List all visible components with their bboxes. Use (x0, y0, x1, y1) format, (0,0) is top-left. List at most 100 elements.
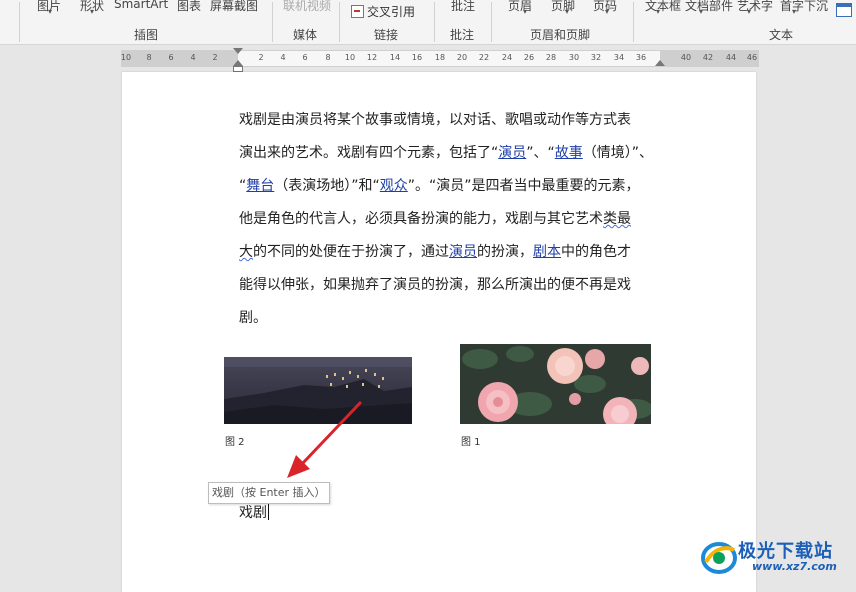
text-run: 的不同的处便在于扮演了，通过 (253, 244, 449, 260)
chevron-down-icon[interactable]: ▾ (90, 7, 94, 16)
ruler-tick: 2 (258, 53, 264, 62)
rose-image[interactable] (460, 344, 651, 424)
night-street-image[interactable] (224, 357, 412, 424)
comment-button[interactable]: 批注 (451, 0, 475, 14)
paragraph-line: “舞台（表演场地）”和“观众”。“演员”是四者当中最重要的元素， (239, 170, 669, 203)
autotext-suggestion-tooltip[interactable]: 戏剧（按 Enter 插入） (208, 482, 330, 504)
chevron-down-icon[interactable]: ▾ (605, 7, 609, 16)
screenshot-button[interactable]: 屏幕截图 (210, 0, 258, 14)
typed-text-line[interactable]: 戏剧 (239, 502, 269, 524)
hyperlink-story[interactable]: 故事 (555, 145, 583, 161)
text-run: （表演场地）”和“ (274, 178, 380, 194)
online-video-button[interactable]: 联机视频 (283, 0, 331, 14)
ruler-tick: 16 (411, 53, 423, 62)
hyperlink-actor[interactable]: 演员 (498, 145, 526, 161)
ruler-tick: 26 (523, 53, 535, 62)
watermark-url: www.xz7.com (752, 560, 837, 573)
wordart-button[interactable]: 艺术字 (737, 0, 773, 14)
ruler-tick: 2 (212, 53, 218, 62)
footer-button[interactable]: 页脚 (551, 0, 575, 14)
watermark-logo-icon (701, 542, 737, 574)
ruler-tick: 8 (325, 53, 331, 62)
ruler-tick: 20 (456, 53, 468, 62)
grammar-flag[interactable]: 大 (239, 244, 253, 260)
ruler-tick: 14 (389, 53, 401, 62)
cross-reference-button[interactable]: 交叉引用 (348, 1, 418, 21)
text-run: 中的角色才 (561, 244, 631, 260)
ruler-tick: 36 (635, 53, 647, 62)
chevron-down-icon[interactable]: ▾ (565, 7, 569, 16)
smartart-button[interactable]: SmartArt (114, 0, 168, 11)
ruler-tick: 28 (545, 53, 557, 62)
text-run: ”。“演员”是四者当中最重要的元素， (407, 178, 640, 194)
ruler-tick: 10 (344, 53, 356, 62)
body-paragraph[interactable]: 戏剧是由演员将某个故事或情境，以对话、歌唱或动作等方式表 演出来的艺术。戏剧有四… (239, 104, 669, 335)
text-box-button[interactable]: 文本框 (645, 0, 681, 14)
group-separator (339, 2, 340, 42)
text-caret (268, 504, 269, 520)
paragraph-line: 演出来的艺术。戏剧有四个元素，包括了“演员”、“故事（情境）”、 (239, 137, 669, 170)
ruler-tick: 30 (568, 53, 580, 62)
ruler-tick: 44 (725, 53, 737, 62)
figure-caption-1: 图 1 (461, 437, 481, 448)
group-separator (633, 2, 634, 42)
ruler-tick: 18 (434, 53, 446, 62)
drop-cap-button[interactable]: 首字下沉 (780, 0, 828, 14)
group-label-comments: 批注 (450, 28, 475, 42)
cross-reference-label: 交叉引用 (367, 4, 416, 19)
site-watermark: 极光下载站 www.xz7.com (700, 534, 850, 584)
document-page[interactable]: 戏剧是由演员将某个故事或情境，以对话、歌唱或动作等方式表 演出来的艺术。戏剧有四… (122, 72, 756, 592)
chevron-down-icon[interactable]: ▾ (656, 7, 660, 16)
ruler-tick: 4 (190, 53, 196, 62)
chart-button[interactable]: 图表 (177, 0, 201, 14)
ruler-tick: 6 (168, 53, 174, 62)
group-separator (491, 2, 492, 42)
ribbon: 图片 形状 SmartArt 图表 屏幕截图 联机视频 批注 页眉 页脚 页码 … (0, 0, 856, 45)
typed-text: 戏剧 (239, 505, 267, 521)
hyperlink-audience[interactable]: 观众 (380, 178, 408, 194)
first-line-indent-marker[interactable] (233, 48, 243, 54)
paragraph-line: 他是角色的代言人，必须具备扮演的能力，戏剧与其它艺术类最 (239, 203, 669, 236)
hyperlink-script[interactable]: 剧本 (533, 244, 561, 260)
header-button[interactable]: 页眉 (508, 0, 532, 14)
paragraph-line: 能得以伸张，如果抛弃了演员的扮演，那么所演出的便不再是戏 (239, 277, 631, 293)
group-label-links: 链接 (374, 28, 399, 42)
group-separator (272, 2, 273, 42)
group-label-text: 文本 (769, 28, 794, 42)
chevron-down-icon[interactable]: ▾ (523, 7, 527, 16)
text-run: 演出来的艺术。戏剧有四个元素，包括了“ (239, 145, 499, 161)
ruler-tick: 8 (146, 53, 152, 62)
chevron-down-icon[interactable]: ▾ (699, 7, 703, 16)
hyperlink-stage[interactable]: 舞台 (246, 178, 274, 194)
chevron-down-icon[interactable]: ▾ (48, 7, 52, 16)
ruler-tick: 40 (680, 53, 692, 62)
horizontal-ruler[interactable]: 10 8 6 4 2 2 4 6 8 10 12 14 16 18 20 22 … (121, 48, 759, 72)
text-run: ”、“ (526, 145, 555, 161)
text-run: 他是角色的代言人，必须具备扮演的能力，戏剧与其它艺术 (239, 211, 603, 227)
grammar-flag[interactable]: 类最 (603, 211, 631, 227)
text-run: 的扮演， (477, 244, 533, 260)
ruler-tick: 24 (501, 53, 513, 62)
ruler-tick: 46 (746, 53, 758, 62)
paragraph-line: 戏剧是由演员将某个故事或情境，以对话、歌唱或动作等方式表 (239, 112, 631, 128)
ruler-tick: 6 (302, 53, 308, 62)
chevron-down-icon[interactable]: ▾ (792, 7, 796, 16)
chevron-down-icon[interactable]: ▾ (747, 7, 751, 16)
quick-parts-button[interactable]: 文档部件 (685, 0, 733, 14)
night-street-photo (224, 357, 412, 424)
cross-reference-icon (351, 4, 364, 18)
paragraph-line: 剧。 (239, 310, 267, 326)
text-run: （情境）”、 (582, 145, 654, 161)
ruler-tick: 4 (280, 53, 286, 62)
ruler-tick: 34 (613, 53, 625, 62)
right-indent-marker[interactable] (655, 60, 665, 66)
ruler-tick: 22 (478, 53, 490, 62)
object-icon[interactable] (836, 3, 852, 17)
figure-caption-2: 图 2 (225, 437, 245, 448)
paragraph-line: 大的不同的处便在于扮演了，通过演员的扮演，剧本中的角色才 (239, 236, 669, 269)
group-label-media: 媒体 (293, 28, 318, 42)
hyperlink-actor[interactable]: 演员 (449, 244, 477, 260)
ruler-tick: 42 (702, 53, 714, 62)
ruler-tick: 32 (590, 53, 602, 62)
group-separator (434, 2, 435, 42)
